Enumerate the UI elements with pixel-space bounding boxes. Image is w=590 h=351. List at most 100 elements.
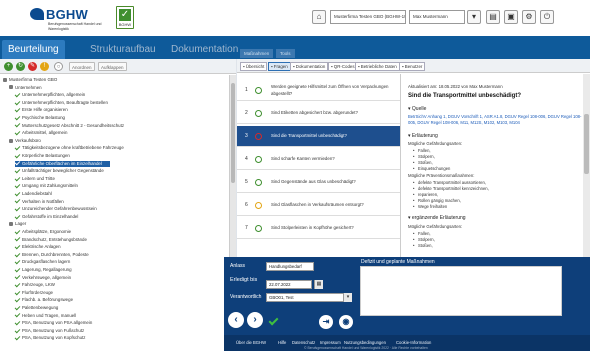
tab-dokumentation[interactable]: Dokumentation xyxy=(165,40,244,59)
settings-button[interactable]: ⚙ xyxy=(522,10,536,24)
tree-item[interactable]: Körperliche Belastungen xyxy=(14,152,70,160)
logout-button[interactable]: ⏻ xyxy=(540,10,554,24)
print-button[interactable]: ▣ xyxy=(504,10,518,24)
tree-item[interactable]: Tätigkeitsbezogene ohne kraftbetriebene … xyxy=(14,144,124,152)
tree-item[interactable]: Unternehmerpflichten, Beauftragte bestel… xyxy=(14,99,108,107)
tree-scrollbar-thumb[interactable] xyxy=(231,83,235,183)
footer-link-about[interactable]: Über die BGHW xyxy=(236,340,266,345)
tree-item[interactable]: Heben und Tragen, manuell xyxy=(14,312,76,320)
occasion-select[interactable]: Handlungsbedarf xyxy=(266,262,314,271)
source-section-toggle[interactable]: ▾ Quelle xyxy=(408,106,426,112)
arrange-button[interactable]: Anordnen xyxy=(69,62,95,71)
tree-item[interactable]: Mutterschutzgesetz Abschnitt 2 - Gesundh… xyxy=(14,122,124,130)
tree-item[interactable]: Arbeitsplätze, Ergonomie xyxy=(14,228,71,236)
footer-link-terms[interactable]: Nutzungsbedingungen xyxy=(344,340,386,345)
toolbar-tab-3[interactable]: ▪ Dokumentation xyxy=(290,62,329,71)
tree-item[interactable]: Arbeitsmittel, allgemein xyxy=(14,129,67,137)
tree-item[interactable]: Verhalten in Notfällen xyxy=(14,198,64,206)
question-row[interactable]: 2 Sind Etiketten abgesichert bzw. abgerun… xyxy=(237,103,400,124)
tree-item[interactable]: Unfallträchtiger beweglicher Gegenstände xyxy=(14,167,104,175)
extended-explanation-toggle[interactable]: ▾ ergänzende Erläuterung xyxy=(408,215,466,221)
explanation-section-toggle[interactable]: ▾ Erläuterung xyxy=(408,133,438,139)
next-button[interactable]: › xyxy=(247,312,263,328)
due-date-input[interactable]: 22.07.2022 xyxy=(266,280,312,289)
circle-icon[interactable]: ○ xyxy=(54,62,63,71)
export-button[interactable]: ⇥ xyxy=(319,315,333,329)
user-selector[interactable]: Max Mustermann xyxy=(409,10,465,24)
tab-beurteilung[interactable]: Beurteilung xyxy=(2,40,65,59)
pin-icon[interactable]: ✎ xyxy=(28,62,37,71)
user-dropdown-button[interactable]: ▾ xyxy=(467,10,481,24)
source-links[interactable]: BetrSichV Anhang 1, DGUV Vorschrift 1, A… xyxy=(408,114,582,125)
tree-item[interactable]: Fahrzeuge, LKW xyxy=(14,281,55,289)
tree-item[interactable]: Flachb. a. Beförungswege xyxy=(14,296,73,304)
footer-link-cookies[interactable]: Cookie-Information xyxy=(396,340,431,345)
tree-folder[interactable]: Unternehmen xyxy=(9,85,42,92)
detail-scrollbar-thumb[interactable] xyxy=(584,114,589,174)
tab-strukturaufbau[interactable]: Strukturaufbau xyxy=(84,40,162,59)
tree-item[interactable]: PSA, Benutzung von PSA allgemein xyxy=(14,319,92,327)
chevron-down-icon[interactable]: ▾ xyxy=(343,293,352,302)
camera-button[interactable]: ◉ xyxy=(339,315,353,329)
question-row[interactable]: 6 Sind Glasflaschen in Verkaufsräumen ent… xyxy=(237,195,400,216)
expand-button[interactable]: Aufklappen xyxy=(98,62,127,71)
tree-item[interactable]: Gefahrstoffe im Einzelhandel xyxy=(14,213,78,221)
toolbar-tab-1[interactable]: ▪ Übersicht xyxy=(240,62,268,71)
tree-item[interactable]: Verkehrswege, allgemein xyxy=(14,274,71,282)
detail-scrollbar[interactable] xyxy=(583,74,590,260)
toolbar-tab-5[interactable]: ▪ Betriebliche Daten xyxy=(355,62,400,71)
tree-item[interactable]: PSA, Benutzung von Fußschutz xyxy=(14,327,84,335)
tree-item[interactable]: Elektrische Anlagen xyxy=(14,243,61,251)
bghw-logo[interactable]: BGHW Berufsgenossenschaft Handel und War… xyxy=(30,6,110,32)
tree-item[interactable]: Leitern und Tritte xyxy=(14,175,55,183)
hazard-item: Stoßen, xyxy=(413,160,433,165)
tree-item[interactable]: Ladendiebstahl xyxy=(14,190,52,198)
tree-folder[interactable]: Lager xyxy=(9,221,26,228)
folder-icon xyxy=(3,77,7,82)
subtab-massnahmen[interactable]: Maßnahmen xyxy=(240,49,274,58)
toolbar-tab-2[interactable]: ▪ Fragen xyxy=(268,62,291,71)
question-row[interactable]: 4 Sind scharfe Kanten vermieden? xyxy=(237,149,400,170)
add-icon[interactable]: + xyxy=(4,62,13,71)
warning-icon[interactable]: ! xyxy=(40,62,49,71)
tree-folder[interactable]: Musterfirma Testen GBO xyxy=(3,77,57,84)
footer-link-imprint[interactable]: Impressum xyxy=(320,340,341,345)
tree-item[interactable]: Unternehmerpflichten, allgemein xyxy=(14,91,85,99)
previous-button[interactable]: ‹ xyxy=(228,312,244,328)
question-row[interactable]: 7 Sind Stolperleisten in Kopfhöhe gesiche… xyxy=(237,218,400,239)
tree-item[interactable]: Druckgasflaschen lagern xyxy=(14,258,70,266)
home-button[interactable]: ⌂ xyxy=(312,10,326,24)
tree-item[interactable]: Flurförderzeuge xyxy=(14,289,53,297)
company-selector[interactable]: Musterfirma Testen GBO (BGHW-1968-0) xyxy=(330,10,406,24)
extended-hazard-item: Fallen, xyxy=(413,231,430,236)
toolbar-tab-4[interactable]: ▪ QR-Codes xyxy=(328,62,358,71)
subtab-tools[interactable]: Tools xyxy=(276,49,295,58)
tree-item[interactable]: Brennen, Durchbrennten, Podeste xyxy=(14,251,89,259)
toolbar-tab-label: Fragen xyxy=(273,64,288,69)
tree-item[interactable]: Psychische Belastung xyxy=(14,114,65,122)
measures-textarea[interactable] xyxy=(360,266,562,316)
tree-folder[interactable]: Verkaufsbüro xyxy=(9,138,41,145)
tree-item[interactable]: Unzureichender Gefahrenbewusstsein xyxy=(14,205,97,213)
footer-link-help[interactable]: Hilfe xyxy=(278,340,286,345)
toolbar-tab-6[interactable]: ▪ Benutzer xyxy=(399,62,426,71)
tree-item[interactable]: Lagerung, Regallagerung xyxy=(14,266,72,274)
responsible-select[interactable]: GBO01, Test xyxy=(266,293,352,302)
question-row[interactable]: 1 Werden geeignete Hilfsmittel zum Öffnen… xyxy=(237,80,400,101)
tree-item[interactable]: Brandschutz, Entstehungsbrände xyxy=(14,236,87,244)
tree-item[interactable]: Erste Hilfe organisieren xyxy=(14,106,68,114)
calendar-icon[interactable]: ▦ xyxy=(314,280,323,289)
due-date-label: Erledigt bis xyxy=(230,277,258,283)
tree-item[interactable]: PSA, Benutzung von Kopfschutz xyxy=(14,334,85,342)
tree-item[interactable]: Gefährliche Oberflächen im Einzelhandel xyxy=(14,160,110,168)
footer-link-privacy[interactable]: Datenschutz xyxy=(292,340,315,345)
refresh-icon[interactable]: ↻ xyxy=(16,62,25,71)
tree-item[interactable]: Umgang mit Zahlungsmitteln xyxy=(14,182,78,190)
checkmark-icon xyxy=(14,304,21,311)
question-row[interactable]: 3 Sind die Transportmittel unbeschädigt? xyxy=(237,126,400,147)
save-check-icon[interactable] xyxy=(268,315,279,326)
question-row[interactable]: 5 Sind Gegenstände aus Glas unbeschädigt? xyxy=(237,172,400,193)
document-button[interactable]: ▤ xyxy=(486,10,500,24)
tree-item[interactable]: Palettenbewegung xyxy=(14,304,58,312)
checkmark-icon xyxy=(14,114,21,121)
